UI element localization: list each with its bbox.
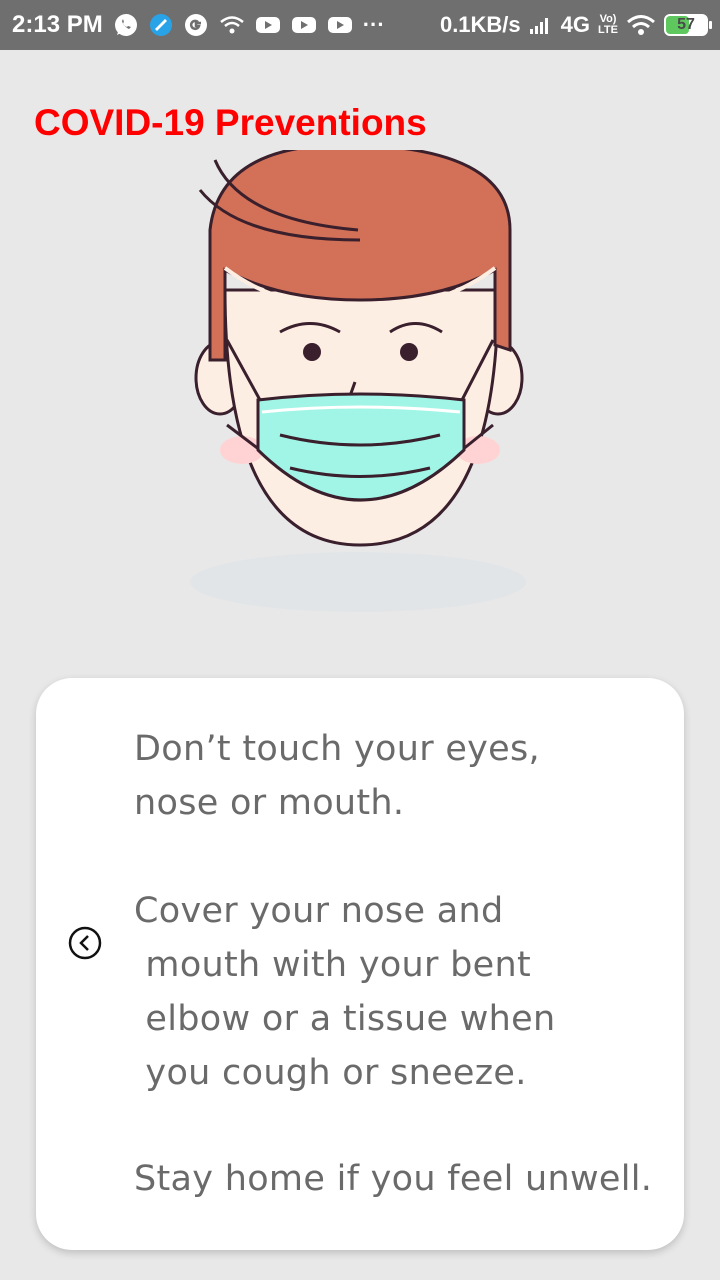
messenger-icon bbox=[149, 13, 173, 37]
tip-text: Don’t touch your eyes, nose or mouth. bbox=[134, 729, 540, 823]
chevron-left-icon[interactable] bbox=[68, 926, 102, 960]
prevention-tips-card: Don’t touch your eyes, nose or mouth. Co… bbox=[36, 678, 684, 1250]
volte-badge: Vo) LTE bbox=[598, 14, 618, 36]
battery-level: 57 bbox=[677, 16, 695, 33]
youtube-icon bbox=[255, 15, 281, 35]
youtube-icon bbox=[327, 15, 353, 35]
tip-text: Cover your nose and mouth with your bent… bbox=[134, 891, 556, 1093]
right-eye bbox=[400, 343, 418, 361]
wifi-icon bbox=[626, 13, 656, 37]
page-title: COVID-19 Preventions bbox=[34, 102, 427, 143]
notification-icons: ··· bbox=[113, 12, 385, 38]
signal-icon bbox=[529, 15, 553, 35]
face-mask-illustration bbox=[190, 150, 526, 612]
youtube-icon bbox=[291, 15, 317, 35]
battery-icon: 57 bbox=[664, 14, 712, 36]
shadow-ellipse bbox=[190, 552, 526, 612]
status-bar: 2:13 PM ··· 0.1KB/s 4G Vo) LTE 57 bbox=[0, 0, 720, 50]
network-type: 4G bbox=[560, 12, 591, 37]
google-icon bbox=[183, 12, 209, 38]
status-time: 2:13 PM bbox=[12, 11, 103, 38]
tip-text: Stay home if you feel unwell. bbox=[134, 1159, 653, 1199]
wifi-small-icon bbox=[219, 14, 245, 36]
whatsapp-icon bbox=[113, 12, 139, 38]
net-speed: 0.1KB/s bbox=[439, 12, 521, 37]
volte-bottom: LTE bbox=[598, 24, 618, 36]
more-dots-icon: ··· bbox=[362, 12, 385, 37]
left-eye bbox=[303, 343, 321, 361]
